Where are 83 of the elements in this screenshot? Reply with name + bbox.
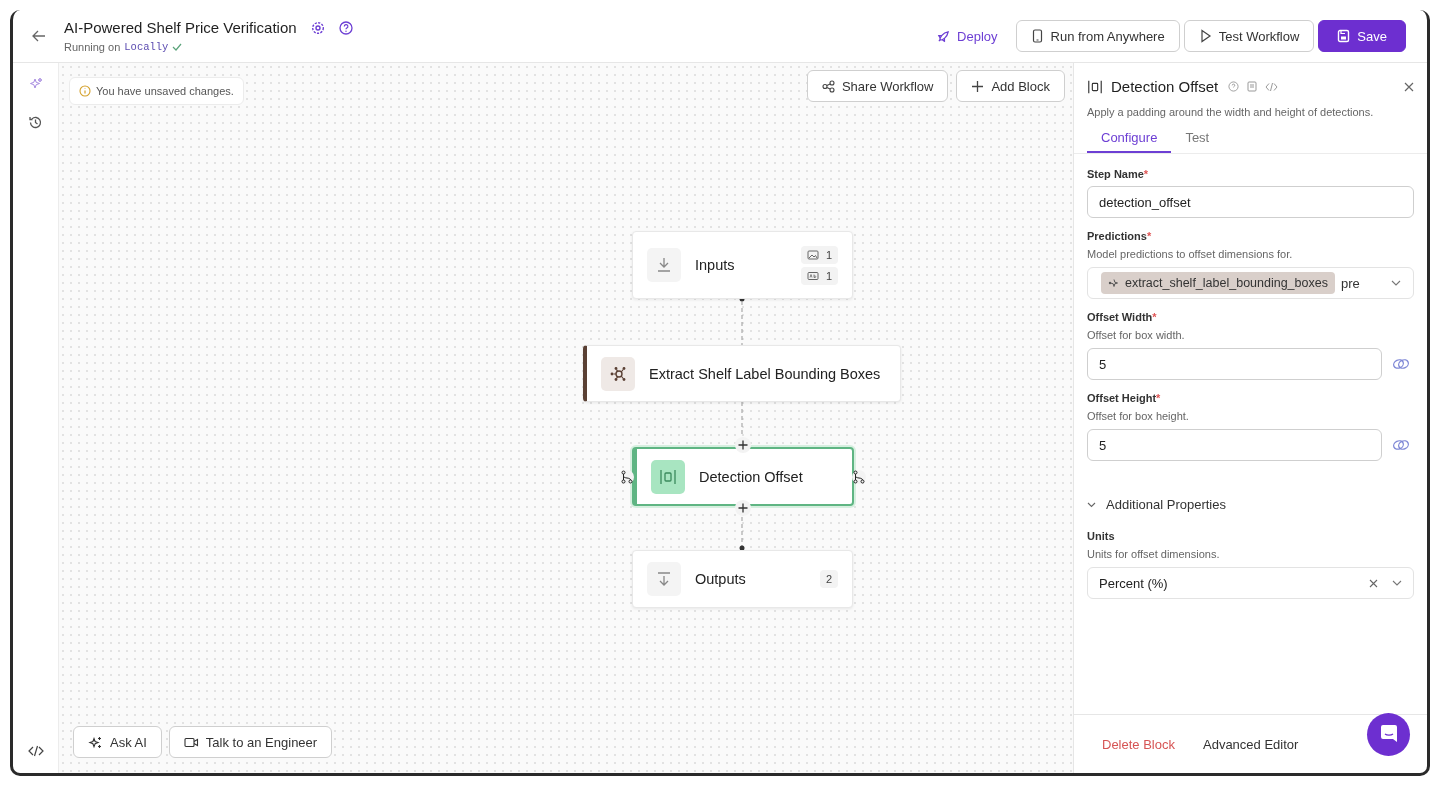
test-workflow-button[interactable]: Test Workflow bbox=[1183, 20, 1315, 52]
units-select[interactable]: Percent (%) bbox=[1087, 567, 1414, 599]
connector-line bbox=[739, 516, 745, 551]
caret-icon bbox=[1391, 280, 1401, 286]
graph-nodes-icon bbox=[609, 364, 627, 383]
download-icon bbox=[655, 256, 673, 274]
caret-icon bbox=[1087, 501, 1096, 508]
predictions-select[interactable]: extract_shelf_label_bounding_boxes pre bbox=[1087, 267, 1414, 299]
count-value: 2 bbox=[825, 573, 832, 585]
panel-description: Apply a padding around the width and height of detections. bbox=[1087, 106, 1375, 118]
workflow-title: AI-Powered Shelf Price Verification bbox=[64, 19, 297, 36]
link-icon[interactable] bbox=[1392, 358, 1410, 370]
offset-icon bbox=[1087, 78, 1103, 95]
field-label: Predictions* bbox=[1087, 230, 1153, 242]
workflow-node[interactable]: Extract Shelf Label Bounding Boxes bbox=[583, 345, 901, 402]
panel-title: Detection Offset bbox=[1111, 78, 1219, 95]
prediction-suffix: pre bbox=[1340, 275, 1361, 291]
check-icon bbox=[172, 43, 183, 51]
step-name-field[interactable]: detection_offset bbox=[1087, 186, 1414, 218]
help-icon[interactable] bbox=[338, 20, 353, 35]
number-field[interactable]: 5 bbox=[1087, 348, 1382, 380]
node-label: Inputs bbox=[695, 257, 735, 273]
branch-icon[interactable] bbox=[620, 468, 634, 485]
advanced-editor-button[interactable]: Advanced Editor bbox=[1189, 730, 1313, 758]
share-workflow-button[interactable]: Share Workflow bbox=[806, 70, 949, 102]
info-icon bbox=[79, 85, 91, 97]
chat-button[interactable] bbox=[1367, 712, 1410, 756]
node-label: Outputs bbox=[695, 571, 746, 587]
section-toggle[interactable]: Additional Properties bbox=[1087, 491, 1414, 512]
offset-icon bbox=[659, 467, 677, 486]
image-icon bbox=[806, 249, 819, 260]
workflow-node[interactable]: Inputs 1 1 bbox=[632, 231, 853, 299]
video-icon bbox=[183, 735, 199, 749]
run-anywhere-button[interactable]: Run from Anywhere bbox=[1015, 20, 1180, 52]
branch-icon[interactable] bbox=[852, 468, 866, 485]
field-hint: Model predictions to offset dimensions for. bbox=[1087, 248, 1294, 260]
caret-icon bbox=[1392, 580, 1402, 586]
prediction-chip[interactable]: extract_shelf_label_bounding_boxes bbox=[1101, 272, 1335, 294]
node-label: Detection Offset bbox=[699, 468, 803, 485]
node-label: Extract Shelf Label Bounding Boxes bbox=[649, 365, 881, 382]
deploy-button[interactable]: Deploy bbox=[937, 28, 998, 44]
add-block-button[interactable]: Add Block bbox=[956, 70, 1065, 102]
field-label: Step Name* bbox=[1087, 168, 1150, 180]
talk-engineer-button[interactable]: Talk to an Engineer bbox=[168, 726, 333, 758]
history-icon[interactable] bbox=[28, 115, 43, 130]
plus-icon bbox=[971, 79, 985, 93]
field-label: Units bbox=[1087, 530, 1116, 542]
running-label: Running on bbox=[64, 41, 121, 53]
save-button[interactable]: Save bbox=[1318, 20, 1406, 52]
rocket-icon bbox=[937, 29, 951, 43]
export-icon bbox=[655, 570, 673, 588]
share-icon bbox=[821, 79, 835, 93]
count-value: 1 bbox=[825, 269, 832, 282]
field-hint: Units for offset dimensions. bbox=[1087, 548, 1221, 560]
chat-icon bbox=[1379, 724, 1398, 744]
save-icon bbox=[1337, 29, 1351, 43]
play-icon bbox=[1198, 29, 1212, 43]
field-label: Offset Width* bbox=[1087, 311, 1158, 323]
phone-icon bbox=[1030, 29, 1044, 43]
code-icon[interactable] bbox=[27, 745, 44, 757]
add-step-icon[interactable] bbox=[735, 437, 751, 453]
clear-icon[interactable] bbox=[1369, 578, 1378, 588]
add-step-icon[interactable] bbox=[735, 500, 751, 516]
close-icon[interactable] bbox=[1404, 81, 1414, 92]
notice-text: You have unsaved changes. bbox=[96, 85, 234, 97]
ask-ai-button[interactable]: Ask AI bbox=[73, 726, 162, 758]
workflow-node[interactable]: Outputs 2 bbox=[632, 550, 853, 608]
connector-line bbox=[741, 401, 743, 437]
count-value: 1 bbox=[825, 248, 832, 261]
text-field-icon bbox=[806, 270, 819, 281]
field-hint: Offset for box width. bbox=[1087, 329, 1186, 341]
workflow-node[interactable]: Detection Offset bbox=[632, 447, 854, 506]
panel-tab[interactable]: Configure bbox=[1087, 126, 1172, 153]
runtime-name: Locally bbox=[124, 41, 169, 53]
settings-icon[interactable] bbox=[310, 20, 325, 35]
number-field[interactable]: 5 bbox=[1087, 429, 1382, 461]
field-hint: Offset for box height. bbox=[1087, 410, 1190, 422]
select-value: Percent (%) bbox=[1099, 575, 1168, 591]
delete-block-button[interactable]: Delete Block bbox=[1088, 730, 1189, 758]
link-icon[interactable] bbox=[1392, 439, 1410, 451]
panel-tab[interactable]: Test bbox=[1171, 126, 1224, 153]
back-arrow-icon[interactable] bbox=[32, 29, 46, 43]
field-label: Offset Height* bbox=[1087, 392, 1162, 404]
